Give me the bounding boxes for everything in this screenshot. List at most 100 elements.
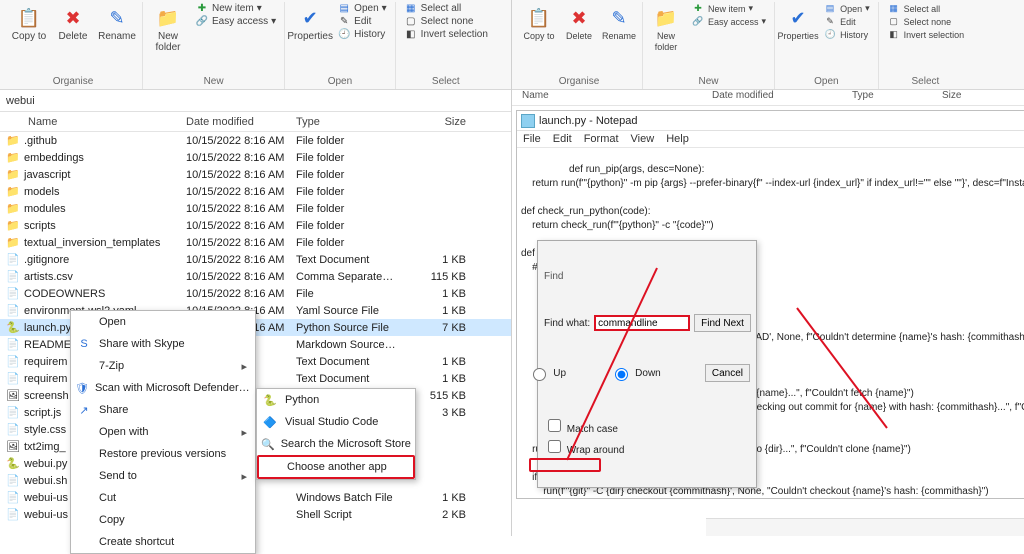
context-menu: OpenSShare with Skype7-Zip▸🛡Scan with Mi… [70,310,256,554]
menu-item[interactable]: 🛡Scan with Microsoft Defender… [71,377,255,399]
menu-item[interactable]: Open with▸ [71,421,255,443]
group-label: Select [402,75,490,89]
openwith-submenu: 🐍Python🔷Visual Studio Code🔍Search the Mi… [256,388,416,480]
group-label: Select [885,75,967,89]
col-date[interactable]: Date modified [702,90,842,105]
explorer-left: 📋Copy to ✖Delete ✎Rename Organise 📁New f… [0,0,512,536]
group-label: Open [781,75,872,89]
notepad-statusbar: Ln 92, Col 60 [706,518,1024,536]
file-row[interactable]: 📁scripts10/15/2022 8:16 AMFile folder [0,217,511,234]
easy-access-button[interactable]: 🔗Easy access ▾ [193,15,278,28]
find-title: Find [538,267,756,286]
np-menu-item[interactable]: View [631,133,655,145]
select-none-button[interactable]: ▢Select none [885,15,967,28]
col-size[interactable]: Size [932,90,992,105]
col-name[interactable]: Name [6,112,186,131]
new-item-button[interactable]: ✚New item ▾ [689,2,768,15]
group-label: Organise [10,75,136,89]
file-row[interactable]: 📄.gitignore10/15/2022 8:16 AMText Docume… [0,251,511,268]
file-row[interactable]: 📁javascript10/15/2022 8:16 AMFile folder [0,166,511,183]
np-menu-item[interactable]: Edit [553,133,572,145]
open-button[interactable]: ▤Open ▾ [335,2,389,15]
column-headers[interactable]: Name Date modified Type Size [512,90,1024,106]
menu-item[interactable]: Open [71,311,255,333]
np-menu-item[interactable]: Format [584,133,619,145]
history-button[interactable]: 🕘History [821,28,872,41]
menu-item[interactable]: Choose another app [257,455,415,479]
notepad-icon [521,114,535,128]
column-headers[interactable]: Name Date modified Type Size [0,112,511,132]
np-menu-item[interactable]: File [523,133,541,145]
find-dialog: Find Find what: Find Next Direction Up D… [537,240,757,488]
open-button[interactable]: ▤Open ▾ [821,2,872,15]
ribbon: 📋Copy to ✖Delete ✎Rename Organise 📁New f… [512,0,1024,90]
annotation-highlight [529,458,601,472]
notepad-menubar[interactable]: File Edit Format View Help [517,131,1024,148]
find-input[interactable] [594,315,690,331]
new-folder-button[interactable]: 📁New folder [649,2,683,53]
file-row[interactable]: 📁embeddings10/15/2022 8:16 AMFile folder [0,149,511,166]
down-label: Down [635,367,661,380]
col-date[interactable]: Date modified [186,112,296,131]
file-row[interactable]: 📁.github10/15/2022 8:16 AMFile folder [0,132,511,149]
group-label: New [149,75,278,89]
menu-item[interactable]: Send to▸ [71,465,255,487]
rename-button[interactable]: ✎Rename [602,2,636,42]
col-type[interactable]: Type [842,90,932,105]
notepad-window: launch.py - Notepad File Edit Format View He… [516,110,1024,499]
copy-to-button[interactable]: 📋Copy to [522,2,556,42]
col-name[interactable]: Name [512,90,702,105]
menu-item[interactable]: Copy [71,509,255,531]
edit-button[interactable]: ✎Edit [335,15,389,28]
notepad-text[interactable]: def run_pip(args, desc=None): return run… [517,148,1024,498]
menu-item[interactable]: Restore previous versions [71,443,255,465]
up-label: Up [553,367,566,380]
select-all-button[interactable]: ▦Select all [885,2,967,15]
invert-selection-button[interactable]: ◧Invert selection [402,28,490,41]
file-row[interactable]: 📁modules10/15/2022 8:16 AMFile folder [0,200,511,217]
find-what-label: Find what: [544,317,590,330]
col-size[interactable]: Size [416,112,466,131]
ribbon: 📋Copy to ✖Delete ✎Rename Organise 📁New f… [0,0,511,90]
select-none-button[interactable]: ▢Select none [402,15,490,28]
match-case-checkbox[interactable]: Match case [544,416,750,436]
menu-item[interactable]: Create shortcut [71,531,255,553]
rename-button[interactable]: ✎Rename [98,2,136,42]
find-next-button[interactable]: Find Next [694,314,751,332]
cancel-button[interactable]: Cancel [705,364,750,382]
notepad-titlebar[interactable]: launch.py - Notepad [517,111,1024,131]
new-item-button[interactable]: ✚New item ▾ [193,2,278,15]
col-type[interactable]: Type [296,112,416,131]
menu-item[interactable]: ↗Share [71,399,255,421]
menu-item[interactable]: 7-Zip▸ [71,355,255,377]
np-menu-item[interactable]: Help [666,133,689,145]
edit-button[interactable]: ✎Edit [821,15,872,28]
file-row[interactable]: 📄artists.csv10/15/2022 8:16 AMComma Sepa… [0,268,511,285]
properties-button[interactable]: ✔Properties [781,2,815,42]
menu-item[interactable]: 🔷Visual Studio Code [257,411,415,433]
group-label: New [649,75,768,89]
breadcrumb[interactable]: webui [0,90,511,112]
invert-selection-button[interactable]: ◧Invert selection [885,28,967,41]
dir-up-radio[interactable] [533,368,546,381]
history-button[interactable]: 🕘History [335,28,389,41]
menu-item[interactable]: SShare with Skype [71,333,255,355]
new-folder-button[interactable]: 📁New folder [149,2,187,53]
menu-item[interactable]: 🐍Python [257,389,415,411]
notepad-title: launch.py - Notepad [539,115,637,127]
menu-item[interactable]: 🔍Search the Microsoft Store [257,433,415,455]
select-all-button[interactable]: ▦Select all [402,2,490,15]
dir-down-radio[interactable] [615,368,628,381]
group-label: Open [291,75,389,89]
file-row[interactable]: 📁models10/15/2022 8:16 AMFile folder [0,183,511,200]
properties-button[interactable]: ✔Properties [291,2,329,42]
menu-item[interactable]: Cut [71,487,255,509]
delete-button[interactable]: ✖Delete [54,2,92,42]
explorer-right: 📋Copy to ✖Delete ✎Rename Organise 📁New f… [512,0,1024,536]
easy-access-button[interactable]: 🔗Easy access ▾ [689,15,768,28]
delete-button[interactable]: ✖Delete [562,2,596,42]
wrap-around-checkbox[interactable]: Wrap around [544,437,750,457]
file-row[interactable]: 📄CODEOWNERS10/15/2022 8:16 AMFile1 KB [0,285,511,302]
file-row[interactable]: 📁textual_inversion_templates10/15/2022 8… [0,234,511,251]
copy-to-button[interactable]: 📋Copy to [10,2,48,42]
